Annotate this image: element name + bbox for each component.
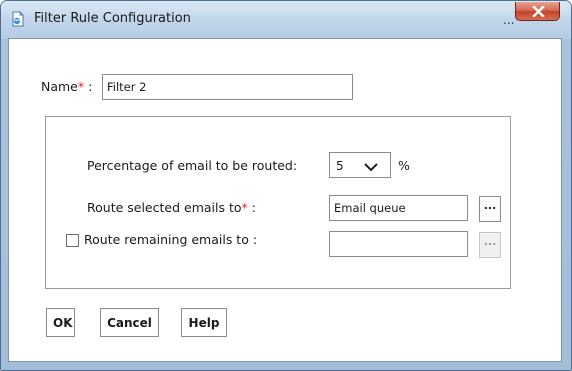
route-selected-label: Route selected emails to* : bbox=[87, 200, 256, 215]
name-input[interactable] bbox=[102, 74, 353, 100]
ok-button[interactable]: OK bbox=[46, 308, 75, 337]
help-button[interactable]: Help bbox=[181, 308, 227, 337]
window-title: Filter Rule Configuration bbox=[34, 11, 191, 26]
route-selected-input[interactable] bbox=[329, 195, 468, 221]
dialog-window: Filter Rule Configuration ... Name* : Pe… bbox=[0, 0, 572, 371]
route-selected-browse-button[interactable]: ... bbox=[479, 196, 501, 222]
percentage-selected-value: 5 bbox=[336, 159, 344, 173]
cancel-button[interactable]: Cancel bbox=[100, 308, 159, 337]
title-overflow-indicator: ... bbox=[503, 13, 515, 27]
app-page-icon bbox=[10, 11, 26, 27]
route-remaining-label: Route remaining emails to : bbox=[84, 232, 258, 247]
close-icon bbox=[532, 6, 545, 17]
name-label: Name* : bbox=[41, 79, 93, 94]
dialog-body: Name* : Percentage of email to be routed… bbox=[8, 38, 562, 362]
route-remaining-browse-button[interactable]: ... bbox=[479, 232, 501, 258]
percentage-label: Percentage of email to be routed: bbox=[87, 158, 298, 173]
chevron-down-icon bbox=[364, 163, 378, 172]
title-bar[interactable]: Filter Rule Configuration ... bbox=[1, 1, 571, 39]
percentage-dropdown[interactable]: 5 bbox=[329, 152, 391, 178]
close-button[interactable] bbox=[515, 2, 560, 21]
route-remaining-input[interactable] bbox=[329, 231, 468, 257]
percent-unit-label: % bbox=[398, 158, 410, 173]
route-remaining-checkbox[interactable] bbox=[66, 234, 79, 247]
